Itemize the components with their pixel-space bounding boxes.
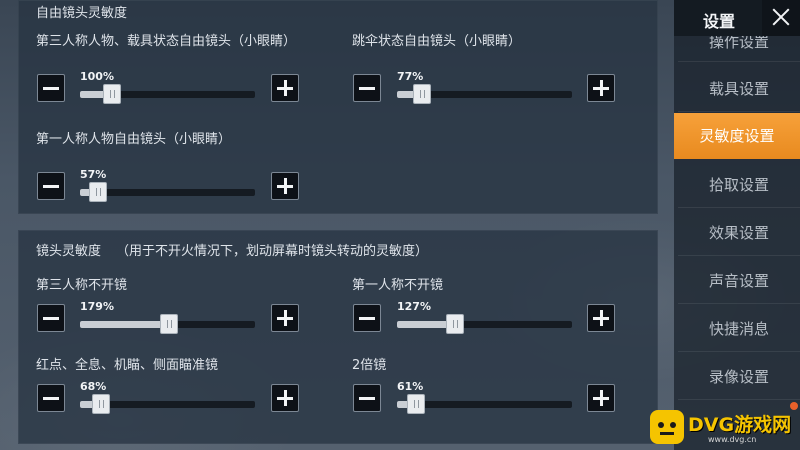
minus-icon [359,317,375,320]
sidebar-item-quick-message[interactable]: 快捷消息 [678,306,800,352]
slider-thumb[interactable] [160,314,178,334]
watermark-logo: DVG游戏网 www.dvg.cn [648,404,800,450]
slider-thumb[interactable] [103,84,121,104]
sidebar-item-controls[interactable]: 操作设置 [678,36,800,62]
sidebar-item-sensitivity[interactable]: 灵敏度设置 [674,113,800,159]
slider-thumb[interactable] [446,314,464,334]
label-parachute-free-look: 跳伞状态自由镜头（小眼睛） [352,34,522,49]
slider-value: 127% [397,300,431,313]
sidebar-item-pickup[interactable]: 拾取设置 [678,162,800,208]
increase-button[interactable] [271,304,299,332]
sidebar-item-effects[interactable]: 效果设置 [678,210,800,256]
label-2x-scope: 2倍镜 [352,358,387,373]
slider-track[interactable] [80,182,255,202]
watermark-brand: DVG游戏网 [688,414,792,436]
decrease-button[interactable] [37,304,65,332]
slider-track[interactable] [397,314,572,334]
minus-icon [43,317,59,320]
slider-value: 179% [80,300,114,313]
slider-thumb[interactable] [407,394,425,414]
sidebar-item-vehicle[interactable]: 载具设置 [678,66,800,112]
lens-subtitle: （用于不开火情况下，划动屏幕时镜头转动的灵敏度） [116,244,429,259]
notification-dot [790,402,798,410]
close-button[interactable] [762,0,800,36]
slider-value: 61% [397,380,424,393]
increase-button[interactable] [271,74,299,102]
label-red-dot-scope: 红点、全息、机瞄、侧面瞄准镜 [36,358,219,373]
slider-track[interactable] [80,84,255,104]
label-fpp-no-scope: 第一人称不开镜 [352,278,444,293]
minus-icon [359,397,375,400]
minus-icon [43,185,59,188]
decrease-button[interactable] [37,384,65,412]
slider-value: 100% [80,70,114,83]
sidebar-item-sound[interactable]: 声音设置 [678,258,800,304]
decrease-button[interactable] [37,74,65,102]
label-tpp-free-look: 第三人称人物、载具状态自由镜头（小眼睛） [36,34,297,49]
label-fpp-free-look: 第一人称人物自由镜头（小眼睛） [36,132,232,147]
settings-title: 设置 [703,12,736,31]
lens-sensitivity-panel [18,230,658,444]
slider-fill [80,321,169,328]
decrease-button[interactable] [353,304,381,332]
slider-thumb[interactable] [89,182,107,202]
slider-track[interactable] [397,394,572,414]
decrease-button[interactable] [353,384,381,412]
slider-track[interactable] [80,314,255,334]
increase-button[interactable] [587,384,615,412]
increase-button[interactable] [587,74,615,102]
sidebar-item-replay[interactable]: 录像设置 [678,354,800,400]
lens-title: 镜头灵敏度 [36,244,102,259]
slider-track[interactable] [397,84,572,104]
increase-button[interactable] [271,384,299,412]
slider-thumb[interactable] [413,84,431,104]
watermark-url: www.dvg.cn [708,435,757,444]
minus-icon [43,397,59,400]
slider-value: 57% [80,168,107,181]
minus-icon [43,87,59,90]
slider-thumb[interactable] [92,394,110,414]
slider-value: 68% [80,380,107,393]
gamepad-face-icon [650,410,684,444]
decrease-button[interactable] [353,74,381,102]
slider-track[interactable] [80,394,255,414]
decrease-button[interactable] [37,172,65,200]
slider-value: 77% [397,70,424,83]
increase-button[interactable] [587,304,615,332]
label-tpp-no-scope: 第三人称不开镜 [36,278,128,293]
minus-icon [359,87,375,90]
free-look-title: 自由镜头灵敏度 [36,6,128,21]
increase-button[interactable] [271,172,299,200]
